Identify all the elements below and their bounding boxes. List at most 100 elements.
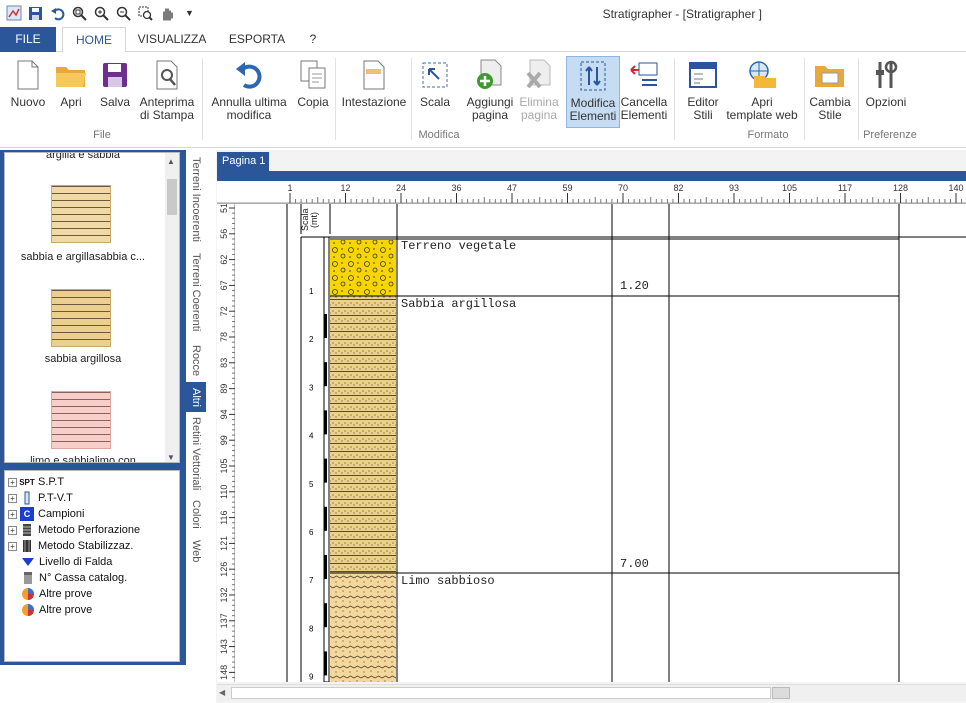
scale-button[interactable]: Scala [415, 58, 455, 109]
layer-pattern[interactable] [330, 573, 396, 682]
ruler-label: 89 [219, 384, 229, 394]
web-template-icon [745, 58, 779, 92]
save-icon [98, 58, 132, 92]
tree-item[interactable]: + Metodo Perforazione [8, 522, 140, 538]
layer-name[interactable]: Sabbia argillosa [401, 297, 516, 311]
tab-terreni-coerenti[interactable]: Terreni Coerenti [186, 248, 206, 336]
depth-label: 1 [309, 287, 314, 296]
ruler-label: 24 [396, 183, 406, 193]
tab-rocce[interactable]: Rocce [186, 340, 206, 382]
layer-name[interactable]: Terreno vegetale [401, 239, 516, 253]
ruler-ticks: 51 56 62 67 72 78 83 89 94 99 105 110 116 121 126 132 13… [219, 203, 235, 694]
depth-bar-segment [324, 555, 327, 579]
ruler-label: 82 [673, 183, 683, 193]
ruler-label: 62 [219, 255, 229, 265]
tab-retini-vettoriali[interactable]: Retini Vettoriali [186, 416, 206, 492]
depth-bar-segment [324, 506, 327, 531]
ribbon: Nuovo Apri Salva Anteprima di Stampa Ann… [0, 52, 966, 148]
zoom-out-icon[interactable] [114, 4, 133, 22]
tree-item[interactable]: + P.T-V.T [8, 490, 73, 506]
zoom-in-icon[interactable] [92, 4, 111, 22]
undo-icon[interactable] [48, 4, 67, 22]
scroll-left-icon[interactable]: ◀ [219, 688, 225, 697]
zoom-fit-icon[interactable] [70, 4, 89, 22]
expand-icon[interactable]: + [8, 541, 17, 551]
zoom-window-icon[interactable] [136, 4, 155, 22]
palette-label: argilla e sabbia [46, 152, 120, 161]
new-doc-icon [11, 58, 45, 92]
tree-item[interactable]: + Metodo Stabilizzaz. [8, 538, 133, 554]
open-button[interactable]: Apri [54, 58, 88, 109]
side-tabs: Terreni Incoerenti Terreni Coerenti Rocc… [186, 150, 210, 665]
layer-pattern[interactable] [330, 240, 396, 296]
depth-bar-segment [324, 314, 327, 338]
pattern-swatch[interactable] [51, 289, 111, 347]
scroll-up-icon[interactable]: ▲ [167, 157, 175, 166]
scroll-thumb[interactable] [167, 179, 177, 215]
tab-home[interactable]: HOME [62, 27, 126, 53]
add-page-button[interactable]: Aggiungi pagina [462, 58, 518, 122]
header-button[interactable]: Intestazione [339, 58, 409, 109]
tree-item[interactable]: Livello di Falda [21, 554, 112, 570]
delete-page-button[interactable]: Elimina pagina [516, 58, 562, 122]
tree-item[interactable]: Altre prove [21, 586, 92, 602]
tree-item[interactable]: + C Campioni [8, 506, 84, 522]
expand-icon[interactable]: + [8, 477, 17, 487]
undo-button[interactable]: Annulla ultima modifica [206, 58, 292, 122]
tab-visualizza[interactable]: VISUALIZZA [130, 27, 214, 52]
scroll-track[interactable] [231, 687, 771, 699]
ruler-label: 59 [562, 183, 572, 193]
pattern-swatch[interactable] [51, 391, 111, 449]
tab-terreni-incoerenti[interactable]: Terreni Incoerenti [186, 154, 206, 244]
tab-altri[interactable]: Altri [186, 382, 206, 412]
pie-icon [21, 587, 35, 601]
pan-icon[interactable] [158, 4, 177, 22]
scale-icon [418, 58, 452, 92]
delete-elements-button[interactable]: Cancella Elementi [620, 58, 668, 122]
copy-button[interactable]: Copia [294, 58, 332, 109]
edit-elements-button[interactable]: Modifica Elementi [566, 56, 620, 128]
tab-web[interactable]: Web [186, 536, 206, 566]
change-style-button[interactable]: Cambia Stile [806, 58, 854, 122]
horizontal-scrollbar[interactable]: ◀ [217, 684, 966, 701]
expand-icon[interactable]: + [8, 493, 17, 503]
log-page: 1 2 3 4 5 6 7 8 9 Scala (mt) Terreno vegetale 1.… [235, 204, 966, 682]
ruler-label: 121 [219, 536, 229, 551]
expand-icon[interactable]: + [8, 525, 17, 535]
layer-depth[interactable]: 7.00 [620, 557, 649, 571]
ruler-label: 126 [219, 562, 229, 577]
scroll-down-icon[interactable]: ▼ [167, 453, 175, 462]
pie-icon [21, 603, 35, 617]
depth-bar-segment [324, 410, 327, 435]
new-button[interactable]: Nuovo [6, 58, 50, 109]
ruler-label: 105 [219, 458, 229, 473]
tab-esporta[interactable]: ESPORTA [222, 27, 292, 52]
save-icon[interactable] [26, 4, 45, 22]
pattern-palette: argilla e sabbia sabbia e argillasabbia … [4, 152, 180, 463]
tab-help[interactable]: ? [298, 27, 328, 52]
print-preview-button[interactable]: Anteprima di Stampa [136, 58, 198, 122]
tree-item[interactable]: N° Cassa catalog. [21, 570, 127, 586]
save-button[interactable]: Salva [96, 58, 134, 109]
page-tab[interactable]: Pagina 1 [217, 152, 269, 171]
scroll-thumb[interactable] [772, 687, 790, 699]
expand-icon[interactable]: + [8, 509, 17, 519]
layer-name[interactable]: Limo sabbioso [401, 574, 495, 588]
scale-header: Scala (mt) [300, 208, 319, 232]
pattern-swatch[interactable] [51, 185, 111, 243]
tab-colori[interactable]: Colori [186, 496, 206, 532]
palette-scrollbar[interactable]: ▲ ▼ [165, 153, 179, 462]
tree-item[interactable]: + SPT S.P.T [8, 474, 64, 490]
tree-item[interactable]: Altre prove [21, 602, 92, 618]
page-tab-strip [217, 171, 966, 181]
tab-file[interactable]: FILE [0, 27, 56, 52]
options-button[interactable]: Opzioni [862, 58, 910, 109]
layer-pattern[interactable] [330, 296, 396, 573]
app-icon[interactable] [4, 4, 23, 22]
ruler-label: 47 [507, 183, 517, 193]
web-template-button[interactable]: Apri template web [724, 58, 800, 122]
customize-icon[interactable]: ▼ [180, 4, 199, 22]
layer-depth[interactable]: 1.20 [620, 279, 649, 293]
style-editor-button[interactable]: Editor Stili [680, 58, 726, 122]
ruler-label: 148 [219, 665, 229, 680]
